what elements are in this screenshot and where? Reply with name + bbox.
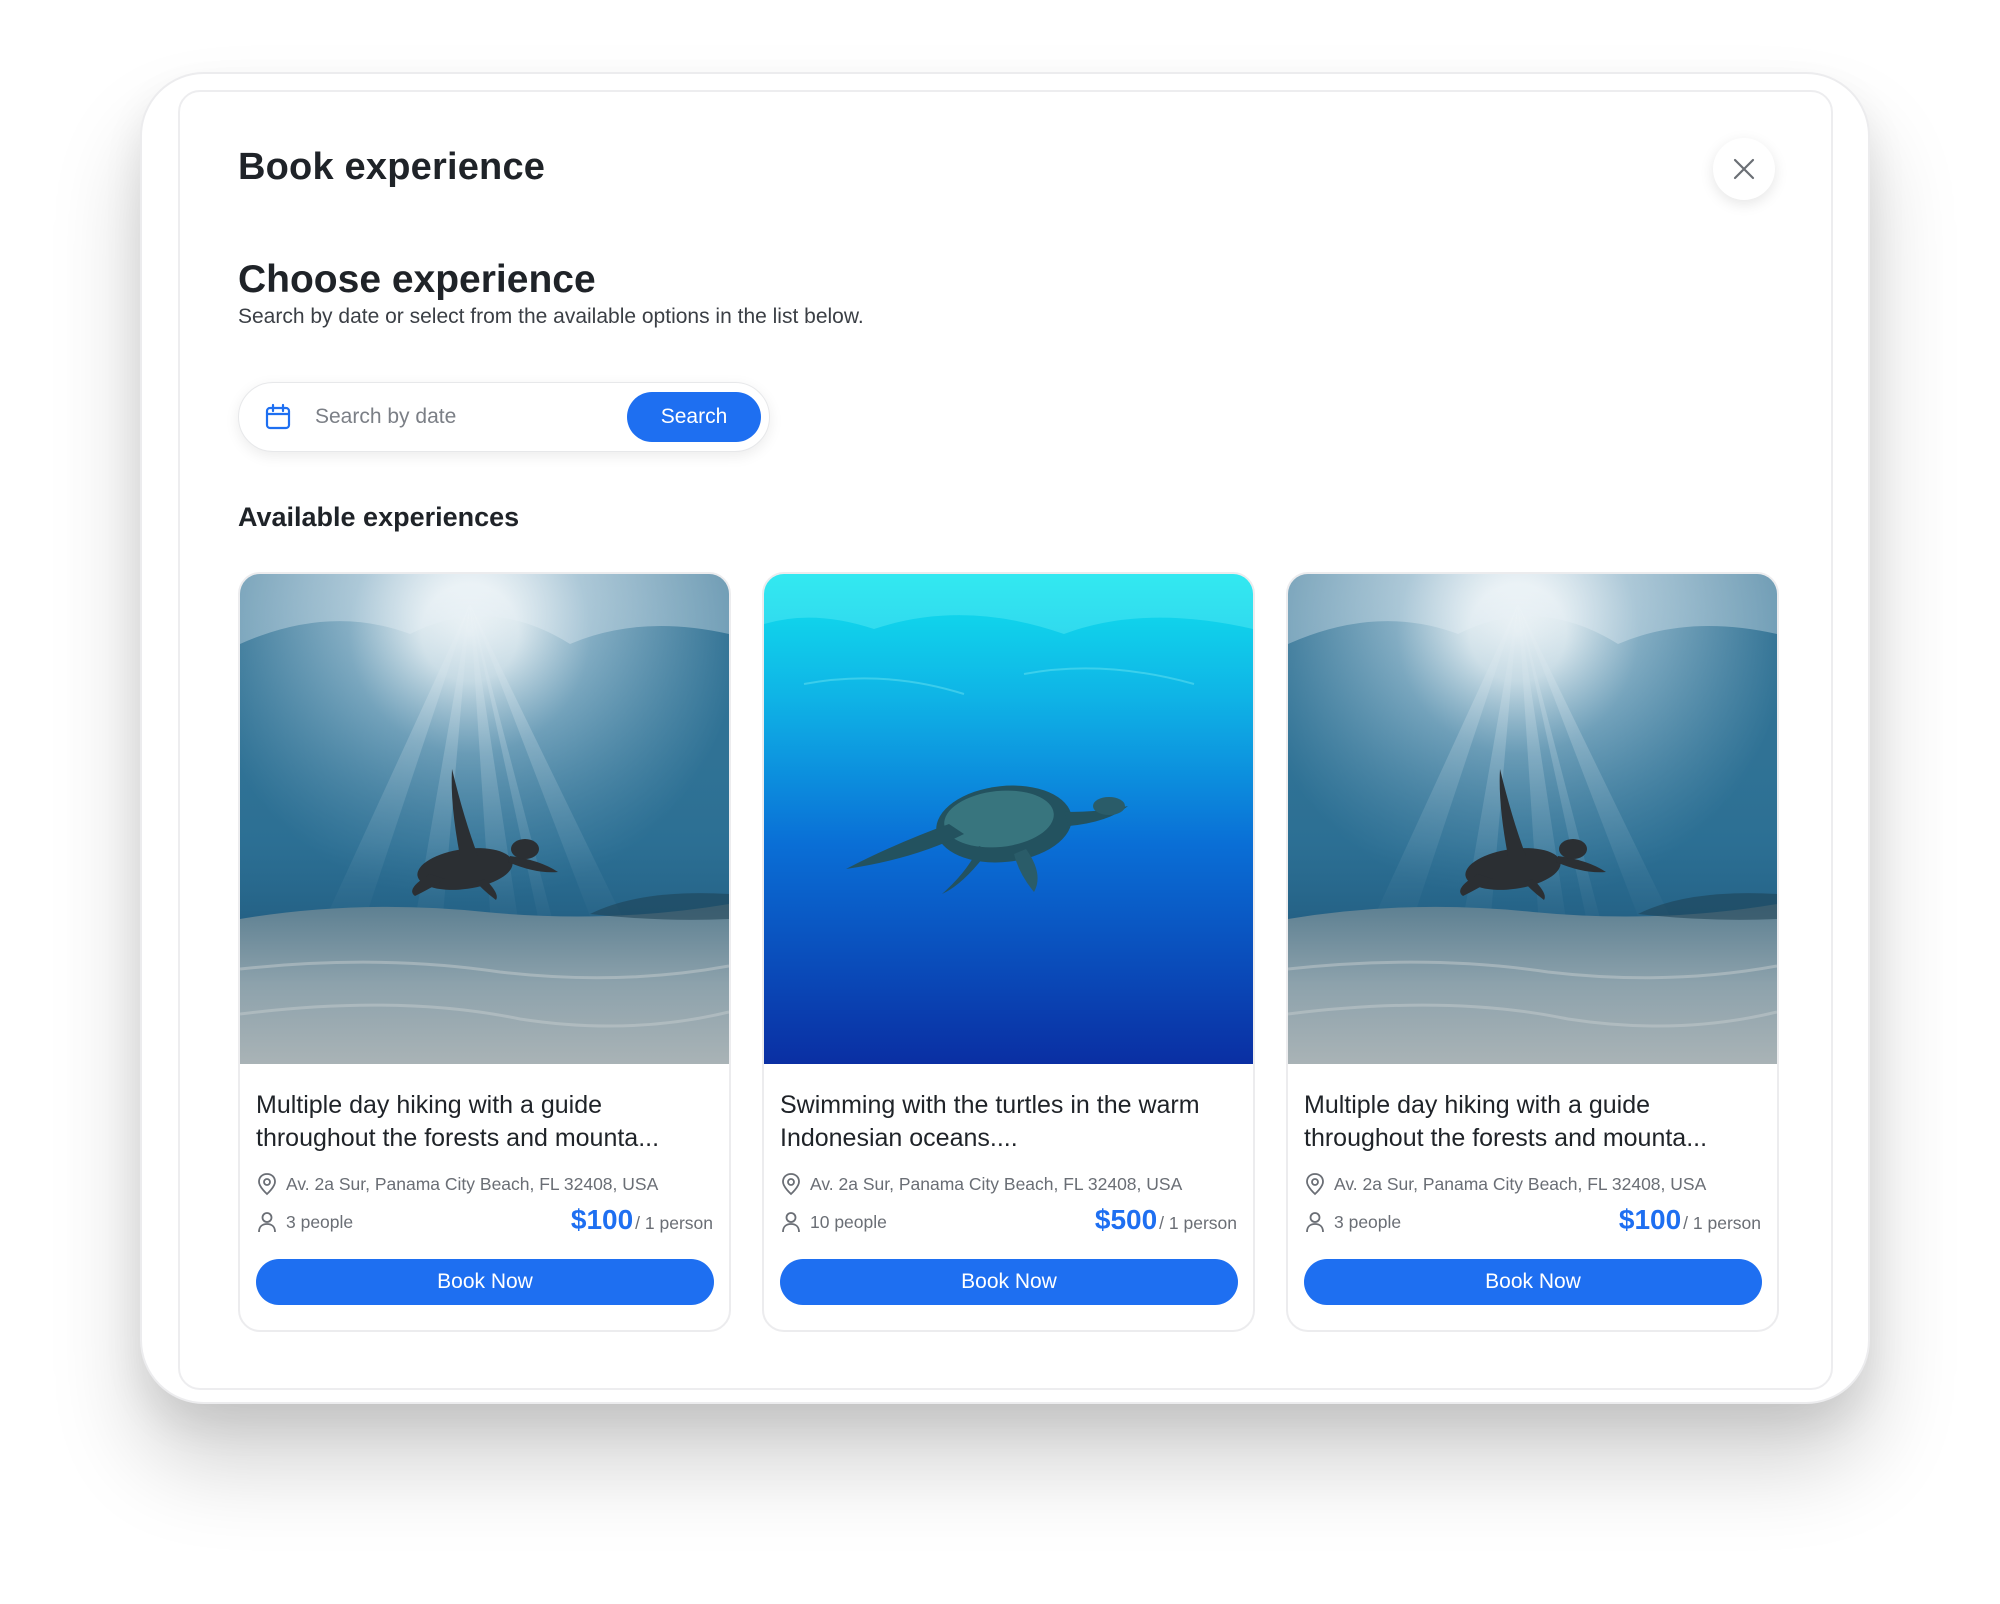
people-count: 3 people: [286, 1211, 354, 1232]
sea-turtle-photo: [1288, 574, 1777, 1064]
experience-title: Multiple day hiking with a guide through…: [1304, 1091, 1708, 1152]
experience-capacity: 3 people: [256, 1207, 353, 1237]
address-text: Av. 2a Sur, Panama City Beach, FL 32408,…: [1334, 1173, 1707, 1194]
experience-price: $100 / 1 person: [1619, 1204, 1761, 1236]
device-frame: Book experience Choose experience Search…: [140, 72, 1870, 1404]
experience-address: Av. 2a Sur, Panama City Beach, FL 32408,…: [256, 1171, 716, 1197]
location-pin-icon: [256, 1172, 278, 1196]
people-count: 3 people: [1334, 1211, 1402, 1232]
book-now-button[interactable]: Book Now: [256, 1259, 714, 1305]
section-title: Choose experience: [238, 258, 596, 301]
experience-capacity: 10 people: [780, 1207, 887, 1237]
experience-price: $500 / 1 person: [1095, 1204, 1237, 1236]
location-pin-icon: [1304, 1172, 1326, 1196]
price-unit: / 1 person: [1159, 1213, 1237, 1233]
calendar-icon[interactable]: [263, 402, 293, 432]
book-now-button[interactable]: Book Now: [780, 1259, 1238, 1305]
address-text: Av. 2a Sur, Panama City Beach, FL 32408,…: [810, 1173, 1183, 1194]
close-button[interactable]: [1713, 138, 1775, 200]
booking-modal: Book experience Choose experience Search…: [178, 90, 1833, 1390]
experience-address: Av. 2a Sur, Panama City Beach, FL 32408,…: [1304, 1171, 1764, 1197]
date-search-input[interactable]: [313, 404, 607, 430]
person-icon: [256, 1210, 278, 1234]
person-icon: [1304, 1210, 1326, 1234]
person-icon: [780, 1210, 802, 1234]
section-subtitle: Search by date or select from the availa…: [238, 305, 864, 328]
experience-title: Swimming with the turtles in the warm In…: [780, 1091, 1200, 1152]
book-now-button[interactable]: Book Now: [1304, 1259, 1762, 1305]
price-unit: / 1 person: [1683, 1213, 1761, 1233]
experience-title: Multiple day hiking with a guide through…: [256, 1091, 660, 1152]
experience-address: Av. 2a Sur, Panama City Beach, FL 32408,…: [780, 1171, 1240, 1197]
date-search-bar: Search: [238, 382, 770, 452]
search-button[interactable]: Search: [627, 392, 761, 442]
price-amount: $500: [1094, 1204, 1158, 1235]
experience-card-list: Multiple day hiking with a guide through…: [238, 572, 1783, 1332]
experience-card[interactable]: Multiple day hiking with a guide through…: [1286, 572, 1779, 1332]
available-experiences-heading: Available experiences: [238, 502, 520, 532]
sea-turtle-photo: [240, 574, 729, 1064]
price-unit: / 1 person: [635, 1213, 713, 1233]
price-amount: $100: [570, 1204, 634, 1235]
location-pin-icon: [780, 1172, 802, 1196]
experience-capacity: 3 people: [1304, 1207, 1401, 1237]
people-count: 10 people: [810, 1211, 887, 1232]
modal-title: Book experience: [238, 146, 546, 188]
experience-card[interactable]: Multiple day hiking with a guide through…: [238, 572, 731, 1332]
close-icon: [1732, 157, 1756, 181]
price-amount: $100: [1618, 1204, 1682, 1235]
sea-turtle-photo: [764, 574, 1253, 1064]
experience-price: $100 / 1 person: [571, 1204, 713, 1236]
experience-card[interactable]: Swimming with the turtles in the warm In…: [762, 572, 1255, 1332]
address-text: Av. 2a Sur, Panama City Beach, FL 32408,…: [286, 1173, 659, 1194]
